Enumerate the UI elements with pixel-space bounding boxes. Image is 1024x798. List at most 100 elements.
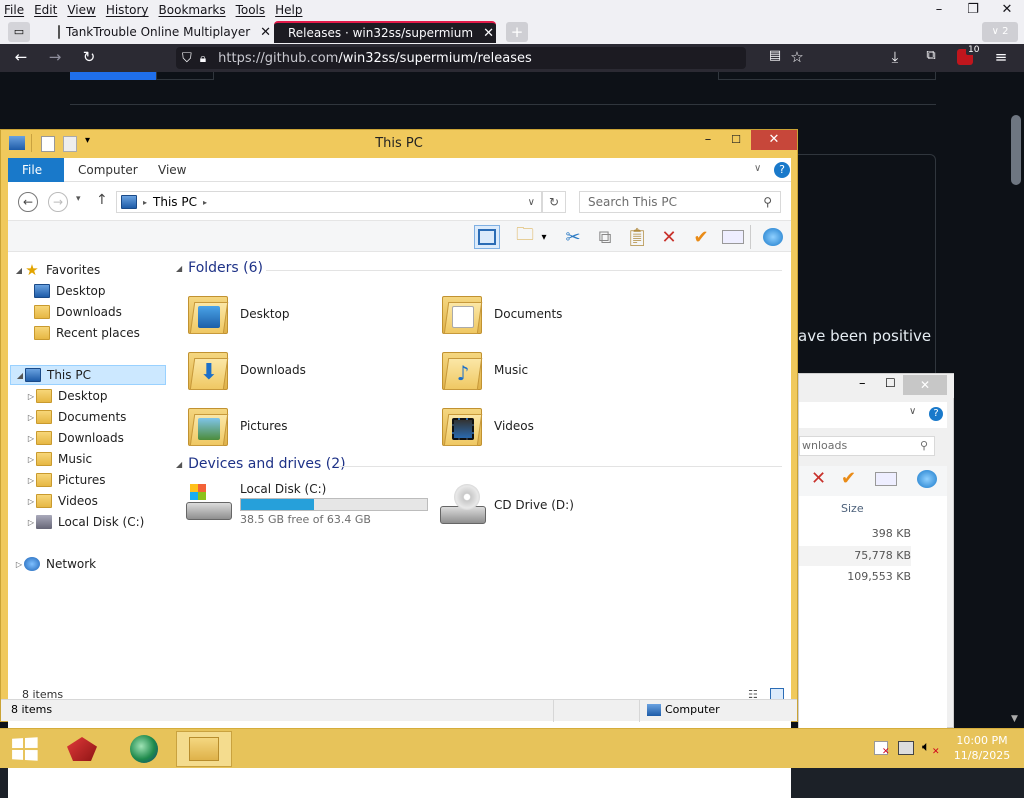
minimize-icon[interactable]: – xyxy=(922,0,956,20)
close-icon[interactable]: ✕ xyxy=(990,0,1024,20)
folder-pictures[interactable]: Pictures xyxy=(188,404,288,448)
forward-icon[interactable]: → xyxy=(44,48,66,66)
taskbar-app-red[interactable] xyxy=(54,731,110,767)
paste-icon[interactable]: 📋︎ xyxy=(624,225,650,249)
folder-videos[interactable]: Videos xyxy=(442,404,534,448)
address-field[interactable]: ▸ This PC ▸ ∨ xyxy=(116,191,542,213)
refresh-button[interactable]: ↻ xyxy=(542,191,566,213)
clock[interactable]: 10:00 PM 11/8/2025 xyxy=(950,733,1014,763)
exp2-maximize-icon[interactable]: ☐ xyxy=(885,376,896,390)
page-primary-button[interactable] xyxy=(70,72,156,80)
collapse-arrow-icon[interactable]: ▷ xyxy=(26,476,36,485)
tab-list-icon[interactable]: ▭ xyxy=(8,22,30,42)
folder-desktop[interactable]: Desktop xyxy=(188,292,290,336)
page-search-box[interactable] xyxy=(718,72,936,80)
explorer-close-icon[interactable]: ✕ xyxy=(751,130,797,150)
drives-group-header[interactable]: ◢ Devices and drives (2) xyxy=(176,456,346,472)
cut-icon[interactable]: ✂ xyxy=(560,225,586,249)
nav-this-pc[interactable]: ◢ This PC xyxy=(10,365,166,385)
folder-options-icon[interactable]: 🗀 xyxy=(512,224,538,249)
close-tab-icon[interactable]: ✕ xyxy=(260,25,270,40)
nav-fav-downloads[interactable]: Downloads xyxy=(34,302,122,322)
up-arrow-icon[interactable]: ↑ xyxy=(96,192,108,208)
checkmark-icon[interactable]: ✔ xyxy=(688,225,714,249)
nav-pc-local-disk[interactable]: ▷ Local Disk (C:) xyxy=(26,512,144,532)
menu-help[interactable]: Help xyxy=(275,3,302,17)
scroll-down-icon[interactable]: ▼ xyxy=(1011,714,1018,724)
page-secondary-button[interactable] xyxy=(156,72,214,80)
lock-icon[interactable]: 🔒︎ xyxy=(200,51,206,66)
nav-pc-downloads[interactable]: ▷ Downloads xyxy=(26,428,124,448)
ribbon-tab-view[interactable]: View xyxy=(144,158,200,182)
breadcrumb-chevron-icon[interactable]: ▸ xyxy=(203,198,207,207)
nav-fav-desktop[interactable]: Desktop xyxy=(34,281,106,301)
collapse-group-icon[interactable]: ◢ xyxy=(176,264,182,273)
expand-arrow-icon[interactable]: ◢ xyxy=(14,266,24,275)
network-tray-icon[interactable] xyxy=(898,741,914,755)
taskbar-file-explorer[interactable] xyxy=(176,731,232,767)
menu-edit[interactable]: Edit xyxy=(34,3,57,17)
drive-c[interactable]: Local Disk (C:) 38.5 GB free of 63.4 GB xyxy=(186,482,428,526)
reader-view-icon[interactable]: ▤ xyxy=(764,48,786,63)
nav-pc-desktop[interactable]: ▷ Desktop xyxy=(26,386,108,406)
address-dropdown-icon[interactable]: ∨ xyxy=(528,197,535,208)
menu-view[interactable]: View xyxy=(67,3,95,17)
nav-fav-recent[interactable]: Recent places xyxy=(34,323,140,343)
exp2-help-icon[interactable]: ? xyxy=(929,407,943,421)
start-button[interactable] xyxy=(0,731,48,767)
hamburger-menu-icon[interactable]: ≡ xyxy=(990,48,1012,66)
exp2-search-field[interactable]: wnloads ⚲ xyxy=(799,436,935,456)
size-column-header[interactable]: Size xyxy=(841,502,864,515)
collapse-arrow-icon[interactable]: ▷ xyxy=(14,560,24,569)
expand-arrow-icon[interactable]: ◢ xyxy=(15,371,25,380)
collapse-arrow-icon[interactable]: ▷ xyxy=(26,455,36,464)
tab-tanktrouble[interactable]: TankTrouble Online Multiplayer ✕ xyxy=(50,21,270,43)
downloads-icon[interactable]: ⤓ xyxy=(884,48,906,66)
taskbar-browser[interactable] xyxy=(116,731,172,767)
help-icon[interactable]: ? xyxy=(774,162,790,178)
explorer-maximize-icon[interactable]: ☐ xyxy=(729,130,743,150)
delete-icon[interactable]: ✕ xyxy=(656,225,682,249)
nav-favorites[interactable]: ◢ ★ Favorites xyxy=(14,260,100,280)
exp2-globe-icon[interactable] xyxy=(917,470,937,488)
exp2-minimize-icon[interactable]: – xyxy=(859,376,866,391)
nav-pc-documents[interactable]: ▷ Documents xyxy=(26,407,126,427)
menu-history[interactable]: History xyxy=(106,3,149,17)
exp2-delete-icon[interactable]: ✕ xyxy=(811,468,826,489)
preview-pane-icon[interactable] xyxy=(474,225,500,249)
collapse-arrow-icon[interactable]: ▷ xyxy=(26,413,36,422)
forward-arrow-icon[interactable]: → xyxy=(48,192,68,212)
nav-pc-music[interactable]: ▷ Music xyxy=(26,449,92,469)
back-icon[interactable]: ← xyxy=(10,48,32,66)
tab-releases[interactable]: Releases · win32ss/supermium ✕ xyxy=(274,21,496,43)
this-pc-explorer-window[interactable]: ▾ This PC – ☐ ✕ File Computer View ∨ ? ←… xyxy=(0,129,798,798)
search-field[interactable]: Search This PC ⚲ xyxy=(579,191,781,213)
reload-icon[interactable]: ↻ xyxy=(78,48,100,66)
url-text[interactable]: https://github.com/win32ss/supermium/rel… xyxy=(218,51,532,66)
menu-file[interactable]: File xyxy=(4,3,24,17)
page-scrollbar-thumb[interactable] xyxy=(1011,115,1021,185)
expand-ribbon-icon[interactable]: ∨ xyxy=(754,163,761,174)
url-bar[interactable]: ⛉ 🔒︎ https://github.com/win32ss/supermiu… xyxy=(176,47,746,69)
folder-documents[interactable]: Documents xyxy=(442,292,562,336)
folder-music[interactable]: ♪ Music xyxy=(442,348,528,392)
collapse-arrow-icon[interactable]: ▷ xyxy=(26,518,36,527)
new-tab-icon[interactable]: + xyxy=(506,22,528,42)
exp2-properties-icon[interactable] xyxy=(875,472,897,486)
folders-group-header[interactable]: ◢ Folders (6) xyxy=(176,260,263,276)
nav-network[interactable]: ▷ Network xyxy=(14,554,96,574)
nav-pc-videos[interactable]: ▷ Videos xyxy=(26,491,98,511)
menu-bookmarks[interactable]: Bookmarks xyxy=(159,3,226,17)
close-tab-icon[interactable]: ✕ xyxy=(483,26,494,41)
downloads-explorer-window[interactable]: – ☐ ✕ ∨ ? wnloads ⚲ ✕ ✔ Size 398 KB 75,7… xyxy=(798,373,954,729)
collapse-arrow-icon[interactable]: ▷ xyxy=(26,497,36,506)
folder-options-dropdown-icon[interactable]: ▾ xyxy=(538,225,550,249)
restore-icon[interactable]: ❐ xyxy=(956,0,990,20)
bookmark-star-icon[interactable]: ☆ xyxy=(786,48,808,66)
menu-tools[interactable]: Tools xyxy=(236,3,266,17)
collapse-group-icon[interactable]: ◢ xyxy=(176,460,182,469)
collapse-arrow-icon[interactable]: ▷ xyxy=(26,392,36,401)
shield-icon[interactable]: ⛉ xyxy=(182,51,192,66)
recent-locations-icon[interactable]: ▾ xyxy=(76,194,81,204)
volume-icon[interactable]: 🔈︎ xyxy=(922,739,930,755)
